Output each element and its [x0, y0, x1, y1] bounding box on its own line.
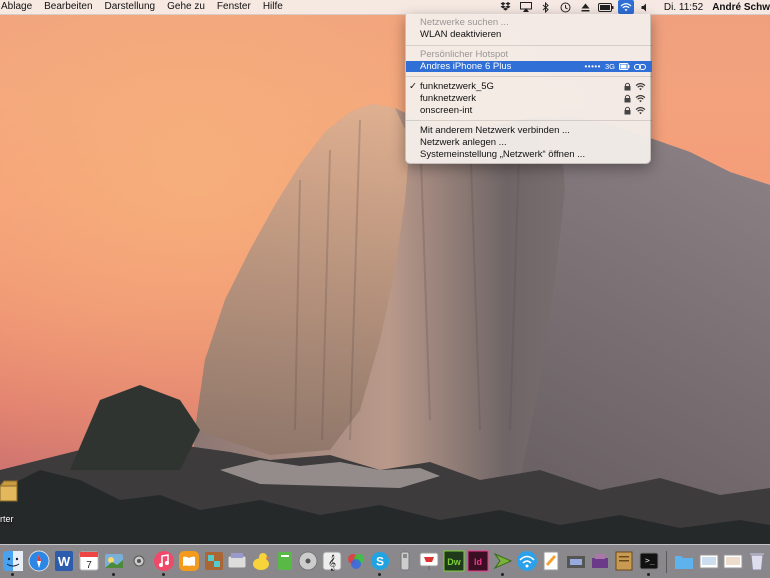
action-other-network[interactable]: Mit anderem Netzwerk verbinden ...	[406, 125, 652, 136]
hotspot-item[interactable]: Andres iPhone 6 Plus ••••• 3G	[406, 61, 652, 72]
battery-icon	[597, 0, 614, 14]
calendar-icon[interactable]: 7	[78, 550, 100, 572]
sibelius-icon[interactable]: 𝄞	[321, 550, 343, 572]
itunes-icon[interactable]	[153, 550, 175, 576]
skype-icon[interactable]: S	[369, 550, 391, 576]
svg-text:Dw: Dw	[447, 557, 461, 567]
dreamweaver-icon[interactable]: Dw	[443, 550, 465, 572]
downloads-folder-icon[interactable]	[673, 550, 695, 572]
network-name: funknetzwerk	[420, 93, 476, 104]
wifi-signal-icon	[635, 94, 646, 103]
wifi-menu: Netzwerke suchen ... WLAN deaktivieren P…	[405, 14, 652, 164]
documents-stack-icon[interactable]	[698, 550, 720, 572]
dvd-player-icon[interactable]	[297, 550, 319, 572]
system-preferences-icon[interactable]	[128, 550, 150, 572]
svg-text:Id: Id	[474, 557, 482, 567]
hotspot-network-type: 3G	[604, 62, 615, 71]
lock-icon	[624, 106, 631, 115]
hotspot-header: Persönlicher Hotspot	[420, 49, 509, 60]
separator	[406, 45, 652, 46]
network-item[interactable]: funknetzwerk	[406, 93, 652, 104]
hardware-icon[interactable]	[589, 550, 611, 572]
finder-icon[interactable]	[2, 550, 24, 576]
network-name: funknetzwerk_5G	[420, 81, 494, 92]
hotspot-name: Andres iPhone 6 Plus	[420, 61, 512, 72]
word-icon[interactable]: W	[53, 550, 75, 572]
hotspot-link-icon	[634, 63, 646, 70]
network-item[interactable]: ✓ funknetzwerk_5G	[406, 81, 652, 92]
dock-separator	[666, 551, 667, 573]
hotspot-signal: •••••	[584, 62, 601, 71]
trash-icon[interactable]	[746, 550, 768, 572]
image-capture-icon[interactable]	[226, 550, 248, 572]
battery-icon	[619, 63, 630, 70]
menubar-user[interactable]: André Schw	[712, 2, 770, 13]
time-machine-icon[interactable]	[558, 0, 574, 14]
desktop-item-label[interactable]: rter	[0, 514, 14, 524]
menubar-clock[interactable]: Di. 11:52	[664, 2, 703, 13]
keynote-icon[interactable]	[418, 550, 440, 572]
menu-bearbeiten[interactable]: Bearbeiten	[38, 0, 98, 14]
pages-icon[interactable]	[540, 550, 562, 572]
menu-gehe-zu[interactable]: Gehe zu	[161, 0, 211, 14]
eject-icon[interactable]	[578, 0, 594, 14]
bluetooth-icon[interactable]	[538, 0, 554, 14]
desktop: Ablage Bearbeiten Darstellung Gehe zu Fe…	[0, 0, 770, 578]
wallpaper	[0, 0, 770, 578]
lock-icon	[624, 94, 631, 103]
action-create-network[interactable]: Netzwerk anlegen ...	[406, 137, 652, 148]
migration-icon[interactable]	[565, 550, 587, 572]
evernote-icon[interactable]	[274, 550, 296, 572]
wifi-diagnostics-icon[interactable]	[516, 550, 538, 572]
wifi-signal-icon	[635, 106, 646, 115]
svg-text:>_: >_	[645, 556, 655, 565]
menu-fenster[interactable]: Fenster	[211, 0, 257, 14]
iphoto-icon[interactable]	[103, 550, 125, 576]
menu-hilfe[interactable]: Hilfe	[257, 0, 289, 14]
wifi-icon[interactable]	[617, 0, 634, 14]
wifi-signal-icon	[635, 82, 646, 91]
screenshots-stack-icon[interactable]	[722, 550, 744, 572]
menu-darstellung[interactable]: Darstellung	[99, 0, 162, 14]
separator	[406, 120, 652, 121]
network-item[interactable]: onscreen-int	[406, 105, 652, 116]
dock: W 7 𝄞 S Dw Id >_	[0, 544, 770, 578]
wifi-searching: Netzwerke suchen ...	[420, 17, 509, 28]
wifi-toggle[interactable]: WLAN deaktivieren	[406, 29, 652, 40]
indesign-icon[interactable]: Id	[467, 550, 489, 572]
menu-ablage[interactable]: Ablage	[0, 0, 38, 14]
colorsync-icon[interactable]	[345, 550, 367, 572]
lock-icon	[624, 82, 631, 91]
textwrangler-icon[interactable]	[492, 550, 514, 576]
menu-bar: Ablage Bearbeiten Darstellung Gehe zu Fe…	[0, 0, 770, 15]
usb-icon[interactable]	[394, 550, 416, 572]
ibooks-icon[interactable]	[178, 550, 200, 572]
cyberduck-icon[interactable]	[250, 550, 272, 572]
action-network-preferences[interactable]: Systemeinstellung „Netzwerk“ öffnen ...	[406, 149, 652, 160]
svg-text:S: S	[376, 555, 384, 569]
package-icon[interactable]	[0, 480, 18, 502]
terminal-icon[interactable]: >_	[638, 550, 660, 576]
notefile-icon[interactable]	[613, 550, 635, 572]
svg-text:𝄞: 𝄞	[328, 555, 336, 571]
checkmark-icon: ✓	[409, 81, 417, 92]
network-name: onscreen-int	[420, 105, 473, 116]
separator	[406, 76, 652, 77]
svg-text:7: 7	[86, 560, 92, 571]
svg-text:W: W	[58, 554, 71, 569]
status-menus: Di. 11:52 André Schw	[496, 0, 770, 14]
dropbox-icon[interactable]	[498, 0, 514, 14]
volume-icon[interactable]	[638, 0, 654, 14]
photo-booth-icon[interactable]	[203, 550, 225, 572]
airplay-icon[interactable]	[518, 0, 534, 14]
safari-icon[interactable]	[28, 550, 50, 572]
